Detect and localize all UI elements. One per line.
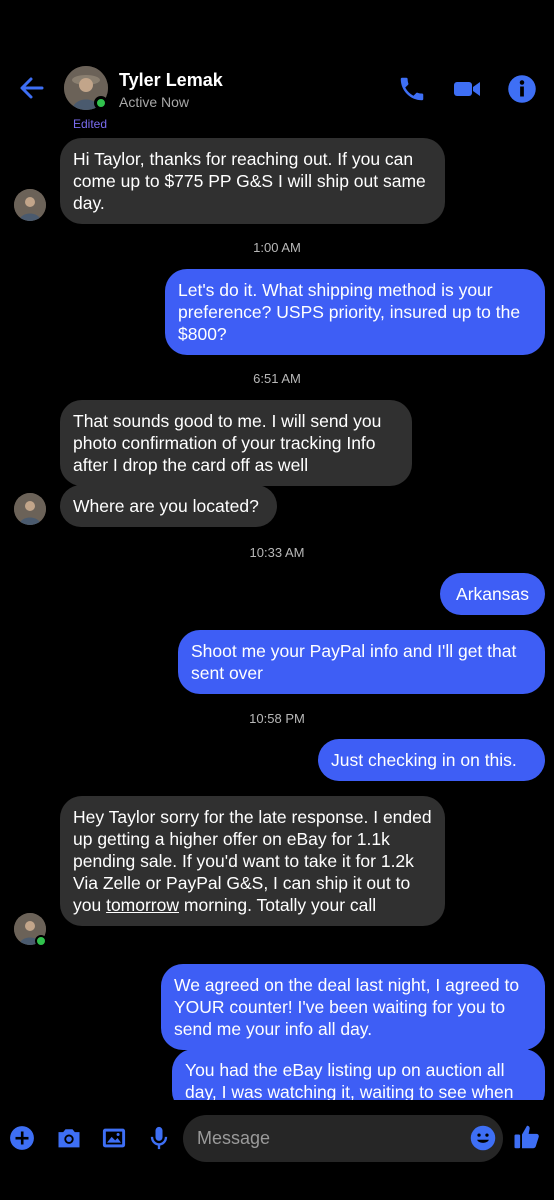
smiley-icon[interactable]	[469, 1124, 497, 1152]
outgoing-message[interactable]: Arkansas	[440, 573, 545, 615]
video-camera-icon[interactable]	[452, 74, 482, 104]
arrow-left-icon[interactable]	[18, 74, 46, 102]
phone-icon[interactable]	[397, 74, 427, 104]
incoming-message[interactable]: Hey Taylor sorry for the late response. …	[60, 796, 445, 926]
contact-status: Active Now	[119, 94, 190, 110]
contact-name[interactable]: Tyler Lemak	[119, 70, 223, 91]
timestamp: 10:33 AM	[249, 545, 305, 560]
thumbs-up-icon[interactable]	[512, 1122, 542, 1152]
incoming-message[interactable]: Where are you located?	[60, 485, 277, 527]
outgoing-message[interactable]: Let's do it. What shipping method is you…	[165, 269, 545, 355]
contact-avatar-small	[14, 189, 46, 221]
info-icon[interactable]	[507, 74, 537, 104]
timestamp: 10:58 PM	[249, 711, 305, 726]
timestamp: 1:00 AM	[253, 240, 301, 255]
edited-label: Edited	[73, 117, 108, 131]
online-status-dot	[94, 96, 108, 110]
outgoing-message[interactable]: Shoot me your PayPal info and I'll get t…	[178, 630, 545, 694]
online-status-dot	[35, 935, 47, 947]
outgoing-message[interactable]: We agreed on the deal last night, I agre…	[161, 964, 545, 1050]
plus-icon[interactable]	[9, 1125, 35, 1151]
camera-icon[interactable]	[55, 1124, 83, 1152]
contact-avatar-small	[14, 493, 46, 525]
image-icon[interactable]	[100, 1124, 128, 1152]
outgoing-message[interactable]: Just checking in on this.	[318, 739, 545, 781]
message-input-placeholder: Message	[197, 1128, 271, 1148]
timestamp: 6:51 AM	[253, 371, 301, 386]
incoming-message[interactable]: Hi Taylor, thanks for reaching out. If y…	[60, 138, 445, 224]
incoming-message[interactable]: That sounds good to me. I will send you …	[60, 400, 412, 486]
message-text: morning. Totally your call	[179, 895, 377, 915]
underlined-word[interactable]: tomorrow	[106, 895, 179, 915]
microphone-icon[interactable]	[145, 1124, 173, 1152]
conversation-header: Tyler Lemak Active Now	[0, 0, 554, 120]
